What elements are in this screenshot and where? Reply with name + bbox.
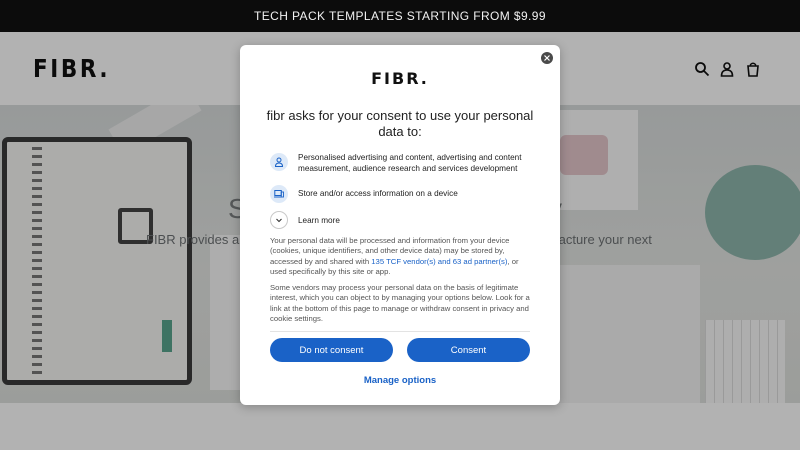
consent-paragraph-1: Your personal data will be processed and… [270, 236, 532, 277]
dialog-title: fibr asks for your consent to use your p… [266, 108, 534, 139]
dialog-logo: FIBR. [371, 69, 429, 88]
manage-options-button[interactable]: Manage options [240, 375, 560, 386]
do-not-consent-button[interactable]: Do not consent [270, 338, 393, 362]
close-icon [544, 55, 550, 61]
purpose-item-store-access: Store and/or access information on a dev… [270, 185, 532, 203]
person-icon [270, 153, 288, 171]
purpose-text: Personalised advertising and content, ad… [298, 153, 522, 173]
consent-button[interactable]: Consent [407, 338, 530, 362]
chevron-down-icon [270, 211, 288, 229]
dialog-divider [270, 331, 530, 332]
close-button[interactable] [541, 52, 553, 64]
consent-dialog: FIBR. fibr asks for your consent to use … [240, 45, 560, 405]
purpose-item-personalised-ads: Personalised advertising and content, ad… [270, 153, 532, 174]
learn-more-toggle[interactable]: Learn more [270, 211, 340, 229]
purpose-text: Store and/or access information on a dev… [298, 189, 458, 198]
device-icon [270, 185, 288, 203]
learn-more-label: Learn more [298, 215, 340, 225]
vendors-link[interactable]: 135 TCF vendor(s) and 63 ad partner(s) [371, 257, 507, 266]
announcement-bar: TECH PACK TEMPLATES STARTING FROM $9.99 [0, 0, 800, 32]
announcement-text: TECH PACK TEMPLATES STARTING FROM $9.99 [254, 9, 546, 23]
consent-paragraph-2: Some vendors may process your personal d… [270, 283, 530, 323]
